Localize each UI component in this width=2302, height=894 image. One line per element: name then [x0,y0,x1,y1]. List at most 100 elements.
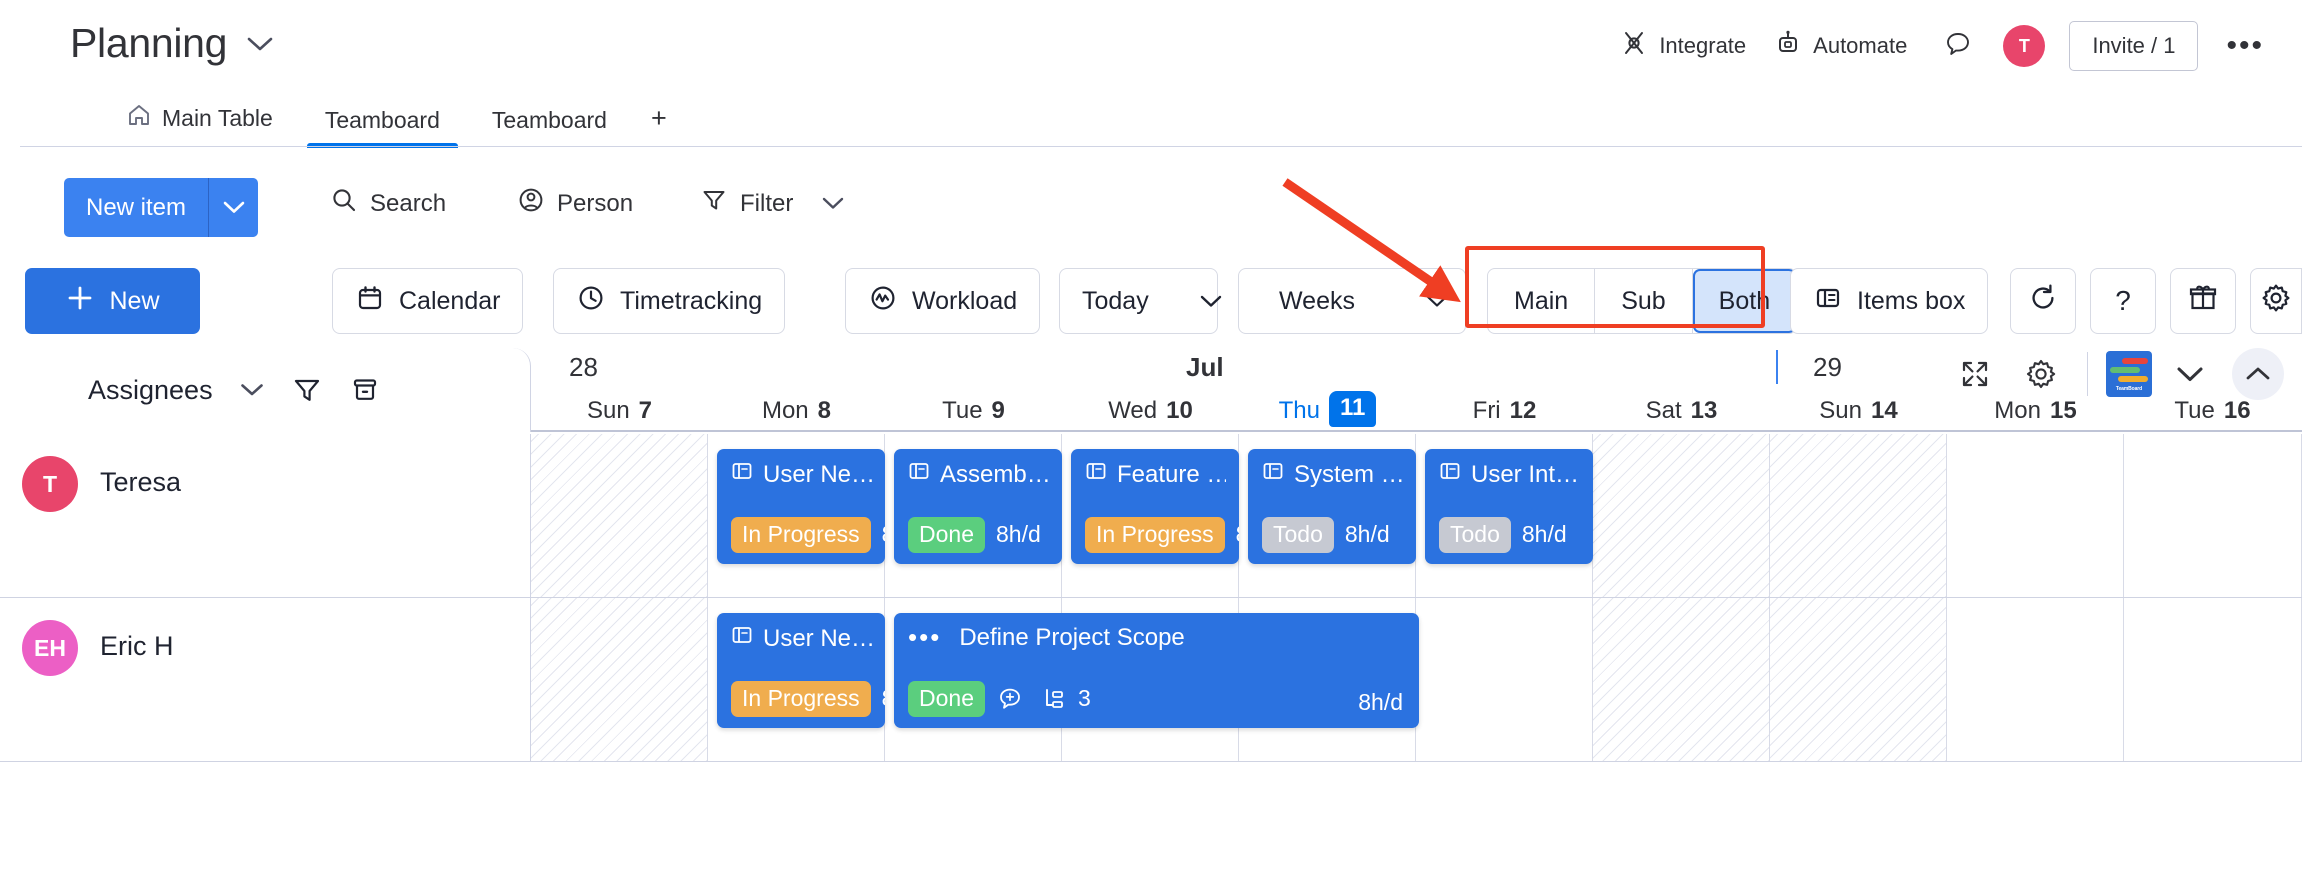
row-assignee-teresa[interactable]: T Teresa [0,434,531,597]
board-item-icon [1085,460,1107,489]
calendar-button[interactable]: Calendar [332,268,523,334]
clock-icon [576,283,606,320]
more-options-button[interactable]: ••• [2216,31,2274,61]
day-header-sun-14[interactable]: Sun 14 [1770,390,1947,432]
date-header: 28 Jul 29 Sun 7 Mon 8 Tue 9 [531,348,2302,432]
chat-bubble-icon [1943,29,1973,64]
row-lane: User Ne… In Progress 8 ••• Define Projec… [531,598,2302,761]
day-column-weekend[interactable] [1593,434,1770,597]
task-title-row: User Int… [1439,460,1580,489]
add-tab-button[interactable]: + [633,99,685,148]
day-column[interactable] [2124,434,2302,597]
day-column-weekend[interactable] [531,434,708,597]
search-button[interactable]: Search [330,186,446,221]
filter-button[interactable]: Filter [700,186,845,221]
scope-segmented-control: Main Sub Both [1487,268,1797,334]
day-number: 8 [818,397,831,425]
task-card-define-project-scope[interactable]: ••• Define Project Scope Done 3 8h/d [894,613,1419,728]
tab-teamboard-2[interactable]: Teamboard [466,101,633,148]
task-hours: 8 [882,521,885,548]
day-header-tue-16[interactable]: Tue 16 [2124,390,2301,432]
gift-button[interactable] [2170,268,2236,334]
day-column[interactable] [1416,598,1593,761]
day-header-wed-10[interactable]: Wed 10 [1062,390,1239,432]
person-filter-button[interactable]: Person [517,186,633,221]
invite-button[interactable]: Invite / 1 [2069,21,2198,71]
archive-icon[interactable] [349,374,381,406]
plugin-new-button[interactable]: New [25,268,200,334]
task-hours: 8 [1236,521,1239,548]
day-column[interactable] [1947,434,2124,597]
integrate-button[interactable]: Integrate [1606,22,1760,70]
day-column[interactable] [2124,598,2302,761]
row-assignee-eric-h[interactable]: EH Eric H [0,598,531,761]
day-header-fri-12[interactable]: Fri 12 [1416,390,1593,432]
status-badge: Todo [1262,517,1334,553]
task-card[interactable]: User Int… Todo 8h/d [1425,449,1593,564]
calendar-filter-funnel-icon[interactable] [291,374,323,406]
day-header-thu-11-today[interactable]: Thu 11 [1239,390,1416,432]
chevron-down-icon[interactable] [245,35,275,53]
task-card[interactable]: User Ne… In Progress 8 [717,449,885,564]
help-label: ? [2115,285,2131,317]
notifications-button[interactable] [1935,23,1981,69]
task-card[interactable]: Assemb… Done 8h/d [894,449,1062,564]
assignee-name: Teresa [100,467,181,498]
new-item-button[interactable]: New item [64,178,258,237]
day-column-weekend[interactable] [531,598,708,761]
plugin-settings-button[interactable] [2250,268,2302,334]
day-header-mon-15[interactable]: Mon 15 [1947,390,2124,432]
day-of-week: Sat [1646,397,1682,425]
task-card[interactable]: User Ne… In Progress 8 [717,613,885,728]
items-box-label: Items box [1857,287,1965,316]
month-label: Jul [1186,352,1224,383]
day-column-weekend[interactable] [1770,434,1947,597]
board-title-group[interactable]: Planning [70,20,275,67]
table-row: EH Eric H User [0,598,2302,762]
group-by-chevron-down-icon[interactable] [239,382,265,398]
day-number: 7 [639,397,652,425]
range-chevron-down-icon[interactable] [1409,269,1465,333]
week-row: 28 Jul 29 [531,348,2302,390]
top-header: Planning Integrate Automate [0,0,2302,108]
tab-teamboard-1[interactable]: Teamboard [299,101,466,148]
day-number: 13 [1691,397,1718,425]
day-column-weekend[interactable] [1593,598,1770,761]
day-header-tue-9[interactable]: Tue 9 [885,390,1062,432]
scope-option-main[interactable]: Main [1488,269,1595,333]
new-item-dropdown[interactable] [209,178,258,237]
today-button[interactable]: Today [1059,268,1218,334]
row-lane: User Ne… In Progress 8 Assemb… [531,434,2302,597]
workload-button[interactable]: Workload [845,268,1040,334]
day-of-week: Tue [942,397,982,425]
chevron-down-icon[interactable] [821,190,845,218]
day-header-sun-7[interactable]: Sun 7 [531,390,708,432]
board-toolbar: New item Search Person Filter [0,168,2302,250]
comment-add-icon[interactable] [996,685,1024,713]
scope-option-both[interactable]: Both [1693,269,1796,333]
tab-main-table[interactable]: Main Table [100,96,299,148]
help-button[interactable]: ? [2090,268,2156,334]
refresh-button[interactable] [2010,268,2076,334]
page-title: Planning [70,20,227,67]
task-card[interactable]: System … Todo 8h/d [1248,449,1416,564]
items-box-button[interactable]: Items box [1790,268,1988,334]
today-dropdown-chevron-down-icon[interactable] [1199,269,1223,333]
task-title: Assemb… [940,461,1049,489]
avatar[interactable]: T [2003,25,2045,67]
day-column[interactable] [1947,598,2124,761]
day-column-weekend[interactable] [1770,598,1947,761]
filter-label: Filter [740,190,793,218]
automate-button[interactable]: Automate [1760,22,1921,70]
new-item-label: New item [64,178,208,237]
timetracking-button[interactable]: Timetracking [553,268,785,334]
tab-label: Main Table [162,105,273,132]
scope-option-sub[interactable]: Sub [1595,269,1692,333]
day-header-mon-8[interactable]: Mon 8 [708,390,885,432]
task-card[interactable]: Feature … In Progress 8 [1071,449,1239,564]
day-of-week: Mon [1994,397,2041,425]
robot-icon [1774,29,1802,63]
range-select[interactable]: Weeks [1238,268,1466,334]
day-header-sat-13[interactable]: Sat 13 [1593,390,1770,432]
more-dots-icon[interactable]: ••• [908,630,941,646]
